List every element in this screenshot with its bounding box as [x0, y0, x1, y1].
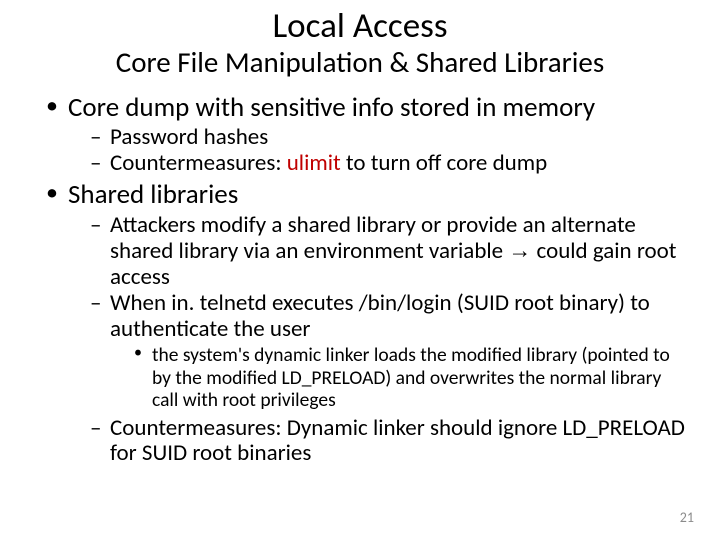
- bullet-core-dump: Core dump with sensitive info stored in …: [46, 93, 690, 177]
- text-ulimit: ulimit: [287, 149, 341, 177]
- slide: Local Access Core File Manipulation & Sh…: [0, 0, 720, 540]
- slide-subtitle: Core File Manipulation & Shared Librarie…: [30, 47, 690, 79]
- slide-title: Local Access: [30, 8, 690, 45]
- sublist: Password hashes Countermeasures: ulimit …: [68, 125, 690, 177]
- text-part: When in. telnetd executes /bin/login (SU…: [110, 289, 650, 343]
- bullet-telnetd: When in. telnetd executes /bin/login (SU…: [90, 291, 690, 412]
- bullet-text: Shared libraries: [68, 178, 238, 211]
- text-part: Countermeasures:: [110, 414, 287, 442]
- text-part: to turn off core dump: [341, 149, 548, 177]
- bullet-text: Core dump with sensitive info stored in …: [68, 91, 595, 124]
- bullet-dynamic-linker-loads: the system's dynamic linker loads the mo…: [134, 344, 690, 411]
- bullet-password-hashes: Password hashes: [90, 125, 690, 151]
- sublist: Attackers modify a shared library or pro…: [68, 213, 690, 468]
- bullet-attackers-modify: Attackers modify a shared library or pro…: [90, 213, 690, 291]
- bullet-countermeasure-ulimit: Countermeasures: ulimit to turn off core…: [90, 151, 690, 177]
- text-part: Countermeasures:: [110, 149, 287, 177]
- page-number: 21: [680, 509, 694, 526]
- bullet-list: Core dump with sensitive info stored in …: [30, 93, 690, 467]
- bullet-shared-libraries: Shared libraries Attackers modify a shar…: [46, 180, 690, 467]
- sub-sublist: the system's dynamic linker loads the mo…: [110, 344, 690, 411]
- bullet-countermeasure-linker: Countermeasures: Dynamic linker should i…: [90, 416, 690, 468]
- arrow-icon: →: [508, 237, 531, 263]
